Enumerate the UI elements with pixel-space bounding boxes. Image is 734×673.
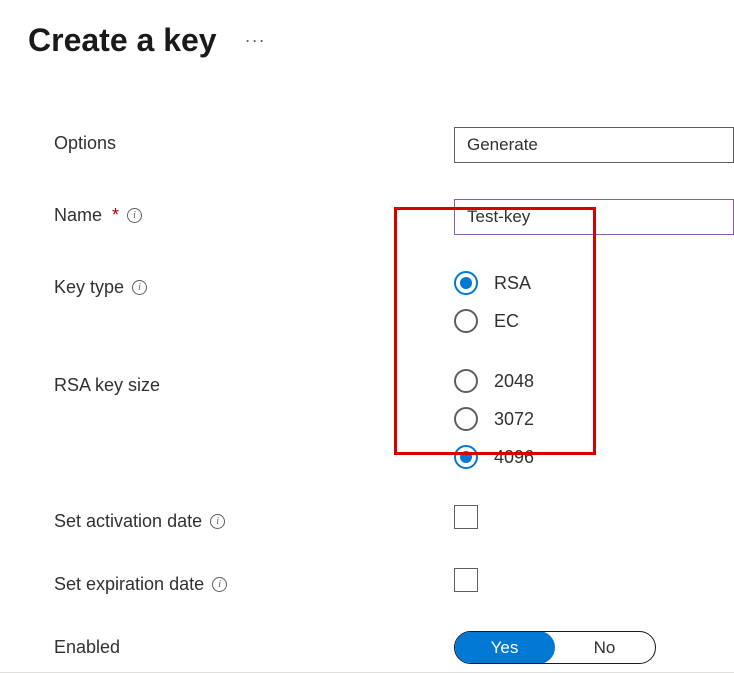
name-input[interactable] [454,199,734,235]
enabled-no-option[interactable]: No [554,632,655,663]
info-icon[interactable]: i [132,280,147,295]
radio-circle-icon [454,309,478,333]
radio-label: EC [494,311,519,332]
options-label: Options [54,133,116,154]
key-type-ec-radio[interactable]: EC [454,309,734,333]
options-select[interactable]: Generate [454,127,734,163]
radio-circle-icon [454,445,478,469]
rsa-size-4096-radio[interactable]: 4096 [454,445,734,469]
activation-date-label: Set activation date i [54,511,225,532]
radio-label: 3072 [494,409,534,430]
required-asterisk: * [112,205,119,226]
page-title: Create a key [28,22,217,59]
info-icon[interactable]: i [127,208,142,223]
radio-label: RSA [494,273,531,294]
name-label: Name * i [54,205,142,226]
info-icon[interactable]: i [210,514,225,529]
enabled-label: Enabled [54,637,120,658]
more-actions-icon[interactable]: ··· [245,30,266,51]
expiration-date-label: Set expiration date i [54,574,227,595]
radio-label: 2048 [494,371,534,392]
rsa-size-3072-radio[interactable]: 3072 [454,407,734,431]
enabled-toggle[interactable]: Yes No [454,631,656,664]
radio-circle-icon [454,369,478,393]
radio-label: 4096 [494,447,534,468]
expiration-date-checkbox[interactable] [454,568,478,592]
key-type-label: Key type i [54,277,147,298]
rsa-size-2048-radio[interactable]: 2048 [454,369,734,393]
radio-circle-icon [454,407,478,431]
key-type-rsa-radio[interactable]: RSA [454,271,734,295]
info-icon[interactable]: i [212,577,227,592]
radio-circle-icon [454,271,478,295]
rsa-key-size-label: RSA key size [54,375,160,396]
options-value: Generate [467,135,538,155]
activation-date-checkbox[interactable] [454,505,478,529]
enabled-yes-option[interactable]: Yes [454,631,555,664]
